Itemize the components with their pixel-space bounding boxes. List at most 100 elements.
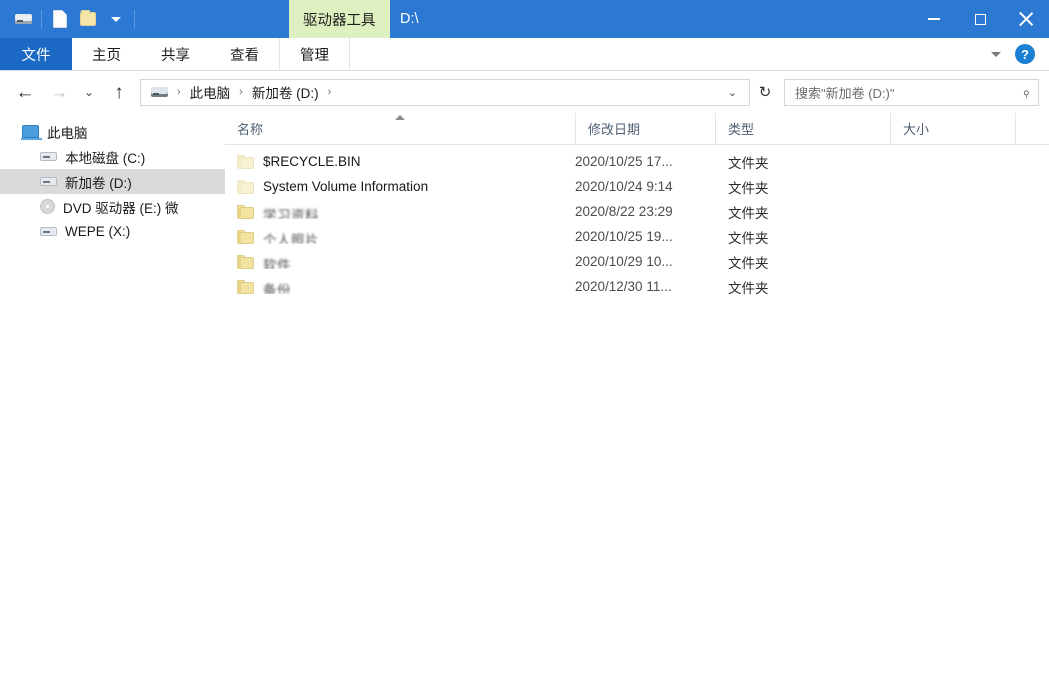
- file-name-cell[interactable]: 学习资料: [225, 204, 575, 219]
- column-header-filler: [1015, 113, 1049, 144]
- sort-ascending-icon: [395, 115, 405, 120]
- minimize-icon: [928, 18, 940, 20]
- qat-properties-button[interactable]: [47, 4, 73, 34]
- file-name-label: System Volume Information: [263, 179, 429, 194]
- column-header-name[interactable]: 名称: [225, 113, 575, 144]
- table-row[interactable]: System Volume Information 2020/10/24 9:1…: [225, 174, 1049, 199]
- file-name-label: 学习资料: [263, 208, 319, 219]
- properties-icon: [53, 10, 67, 28]
- close-button[interactable]: [1003, 0, 1049, 38]
- maximize-icon: [974, 13, 986, 25]
- column-header-size[interactable]: 大小: [890, 113, 1015, 144]
- date-modified-cell: 2020/10/29 10...: [575, 254, 673, 269]
- new-folder-icon: [80, 10, 96, 26]
- table-row[interactable]: 备份 2020/12/30 11... 文件夹: [225, 274, 1049, 299]
- chevron-down-icon: ⌄: [83, 85, 95, 99]
- up-button[interactable]: ↑: [102, 76, 136, 108]
- column-header-row: 名称 修改日期 类型 大小: [225, 113, 1049, 145]
- title-bar: 驱动器工具 D:\: [0, 0, 1049, 38]
- file-list-pane: 名称 修改日期 类型 大小 $RECYCLE.BIN 2020/10/25 17…: [225, 113, 1049, 687]
- breadcrumb-drive-icon-wrap[interactable]: [149, 87, 170, 97]
- folder-icon: [237, 204, 254, 219]
- breadcrumb-separator-2[interactable]: ›: [321, 86, 339, 98]
- qat-separator-2: [134, 10, 135, 28]
- column-header-date-modified[interactable]: 修改日期: [575, 113, 715, 144]
- table-row[interactable]: $RECYCLE.BIN 2020/10/25 17... 文件夹: [225, 149, 1049, 174]
- file-name-cell[interactable]: System Volume Information: [225, 179, 575, 194]
- tab-share[interactable]: 共享: [141, 38, 210, 70]
- tab-manage-label: 管理: [300, 47, 329, 64]
- window-title: D:\: [400, 0, 419, 38]
- sidebar-item-dvd-drive-e[interactable]: DVD 驱动器 (E:) 微: [0, 194, 225, 219]
- sidebar-item-label: DVD 驱动器 (E:) 微: [63, 200, 179, 216]
- sidebar-item-this-pc[interactable]: 此电脑: [0, 119, 225, 144]
- recent-locations-button[interactable]: ⌄: [76, 76, 102, 108]
- column-header-name-label: 名称: [237, 122, 264, 137]
- column-header-date-label: 修改日期: [588, 122, 641, 137]
- ribbon-right-controls: ?: [991, 38, 1049, 70]
- qat-drive-button[interactable]: [10, 4, 36, 34]
- drive-icon: [14, 14, 32, 24]
- breadcrumb-separator-0[interactable]: ›: [170, 86, 188, 98]
- folder-icon: [237, 279, 254, 294]
- sidebar-item-volume-d[interactable]: 新加卷 (D:): [0, 169, 225, 194]
- forward-arrow-icon: →: [49, 81, 69, 103]
- sidebar-item-label: 本地磁盘 (C:): [65, 150, 146, 166]
- sidebar-item-label: 新加卷 (D:): [65, 175, 132, 191]
- navigation-pane: 此电脑 本地磁盘 (C:) 新加卷 (D:) DVD 驱动器 (E:) 微 WE…: [0, 113, 225, 687]
- back-button[interactable]: ←: [8, 76, 42, 108]
- up-arrow-icon: ↑: [114, 81, 124, 103]
- search-box[interactable]: 搜索"新加卷 (D:)" ⌕: [784, 78, 1039, 106]
- drive-icon: [151, 87, 168, 97]
- address-bar: ← → ⌄ ↑ › 此电脑 › 新加卷 (D:) › ⌄ ↻ 搜索"新加卷 (D…: [0, 71, 1049, 113]
- type-cell: 文件夹: [728, 255, 769, 271]
- address-dropdown-chevron-icon[interactable]: ⌄: [722, 86, 743, 99]
- file-name-label: 软件: [263, 258, 291, 269]
- file-name-cell[interactable]: 个人照片: [225, 229, 575, 244]
- file-name-cell[interactable]: $RECYCLE.BIN: [225, 154, 575, 169]
- search-input[interactable]: 搜索"新加卷 (D:)": [795, 83, 1022, 102]
- hdd-icon: [40, 152, 57, 161]
- tab-file[interactable]: 文件: [0, 38, 72, 70]
- breadcrumb-bar[interactable]: › 此电脑 › 新加卷 (D:) › ⌄: [140, 78, 750, 106]
- file-name-cell[interactable]: 软件: [225, 254, 575, 269]
- breadcrumb-separator-1[interactable]: ›: [232, 86, 250, 98]
- date-modified-cell: 2020/10/24 9:14: [575, 179, 673, 194]
- file-name-label: $RECYCLE.BIN: [263, 154, 361, 169]
- sidebar-item-local-disk-c[interactable]: 本地磁盘 (C:): [0, 144, 225, 169]
- tab-home-label: 主页: [92, 47, 121, 64]
- column-header-type[interactable]: 类型: [715, 113, 890, 144]
- qat-new-folder-button[interactable]: [75, 4, 101, 34]
- tab-home[interactable]: 主页: [72, 38, 141, 70]
- explorer-window: 驱动器工具 D:\ 文件 主页 共享 查看 管理 ? ← → ⌄ ↑ › 此电脑…: [0, 0, 1049, 687]
- file-name-cell[interactable]: 备份: [225, 279, 575, 294]
- close-icon: [1019, 12, 1033, 26]
- minimize-button[interactable]: [911, 0, 957, 38]
- dvd-icon: [40, 199, 55, 214]
- sidebar-item-label: WEPE (X:): [65, 224, 131, 239]
- breadcrumb-this-pc[interactable]: 此电脑: [188, 82, 233, 102]
- contextual-tab-drive-tools[interactable]: 驱动器工具: [289, 0, 390, 38]
- qat-customize-button[interactable]: [103, 4, 129, 34]
- table-row[interactable]: 个人照片 2020/10/25 19... 文件夹: [225, 224, 1049, 249]
- column-header-type-label: 类型: [728, 122, 755, 137]
- folder-icon: [237, 154, 254, 169]
- refresh-icon: ↻: [758, 84, 772, 101]
- refresh-button[interactable]: ↻: [750, 76, 780, 108]
- table-row[interactable]: 学习资料 2020/8/22 23:29 文件夹: [225, 199, 1049, 224]
- forward-button[interactable]: →: [42, 76, 76, 108]
- help-icon[interactable]: ?: [1015, 44, 1035, 64]
- table-row[interactable]: 软件 2020/10/29 10... 文件夹: [225, 249, 1049, 274]
- type-cell: 文件夹: [728, 230, 769, 246]
- tab-manage[interactable]: 管理: [279, 38, 350, 70]
- sidebar-item-wepe-x[interactable]: WEPE (X:): [0, 219, 225, 244]
- hdd-icon: [40, 227, 57, 236]
- tab-view[interactable]: 查看: [210, 38, 279, 70]
- folder-icon: [237, 254, 254, 269]
- breadcrumb-volume-d[interactable]: 新加卷 (D:): [250, 82, 321, 102]
- expand-ribbon-chevron-down-icon[interactable]: [991, 51, 1001, 57]
- type-cell: 文件夹: [728, 180, 769, 196]
- ribbon-tab-strip: 文件 主页 共享 查看 管理 ?: [0, 38, 1049, 71]
- maximize-button[interactable]: [957, 0, 1003, 38]
- back-arrow-icon: ←: [15, 81, 35, 103]
